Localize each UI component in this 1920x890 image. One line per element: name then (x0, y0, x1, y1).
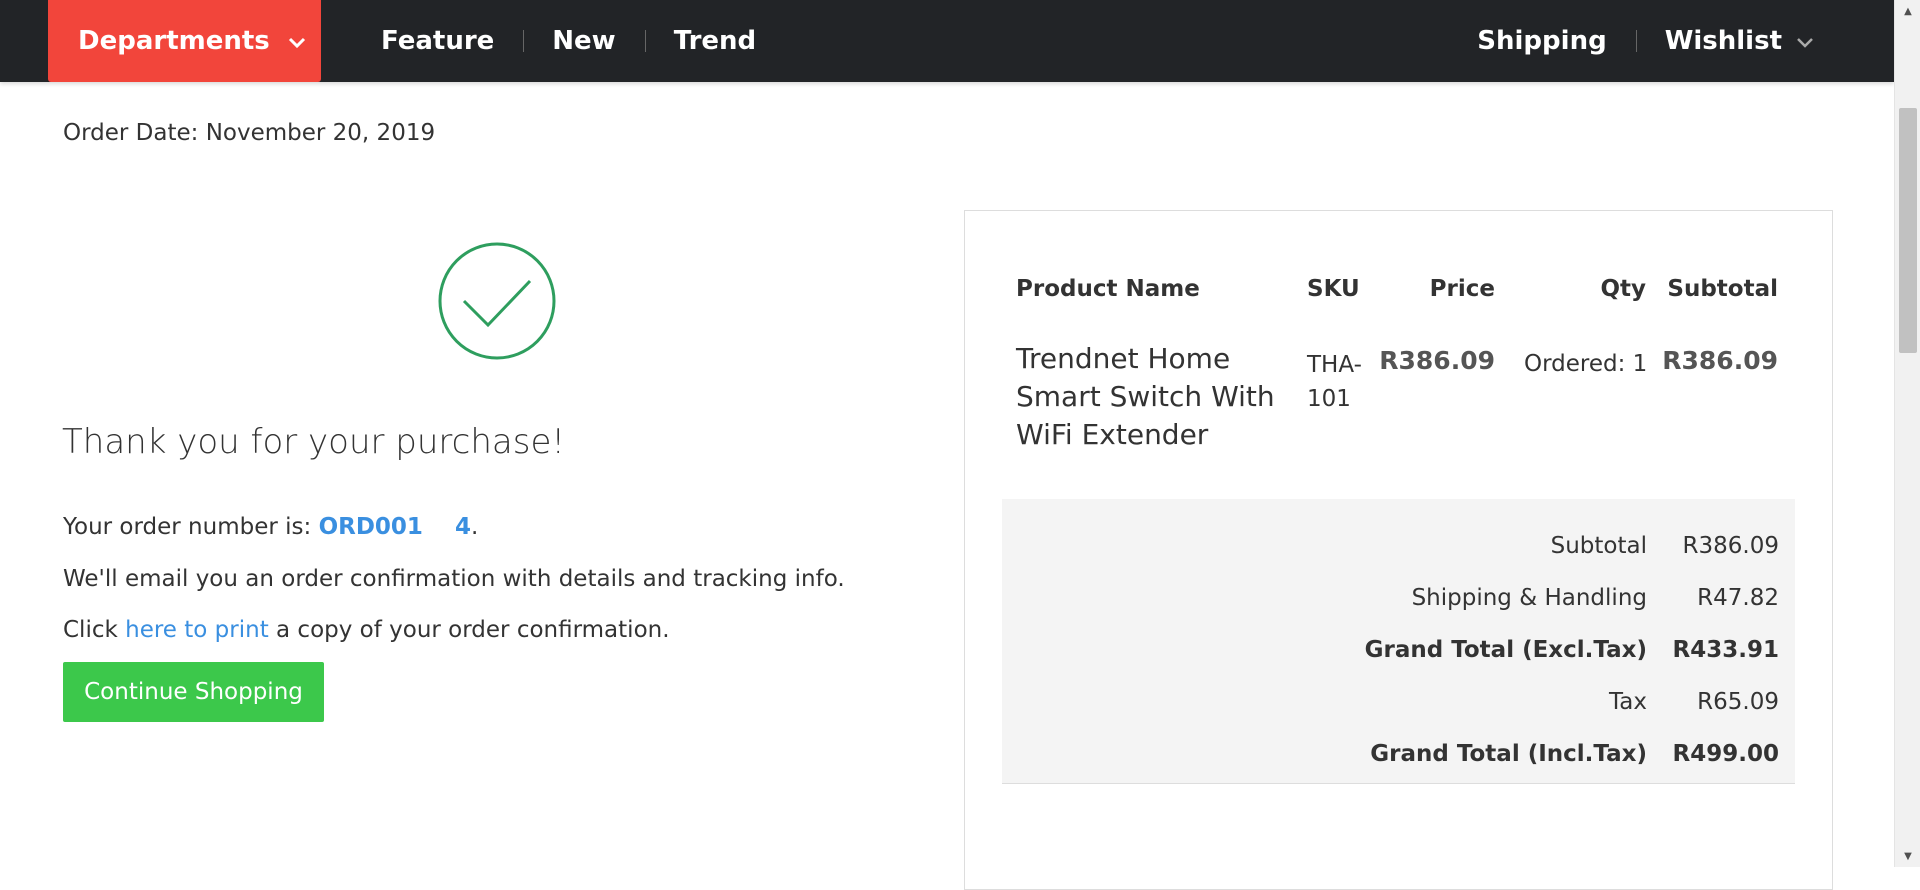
totals-row-grand-excl: Grand Total (Excl.Tax) R433.91 (1002, 637, 1795, 667)
nav-left: Feature New Trend (381, 0, 785, 82)
print-line: Click here to print a copy of your order… (63, 617, 670, 643)
continue-shopping-button[interactable]: Continue Shopping (63, 662, 324, 722)
totals-label: Tax (1609, 689, 1647, 715)
nav-item-wishlist[interactable]: Wishlist (1635, 26, 1814, 56)
totals-label: Shipping & Handling (1411, 585, 1647, 611)
departments-button[interactable]: Departments (48, 0, 321, 82)
nav-item-label: Feature (381, 26, 495, 56)
totals-row-subtotal: Subtotal R386.09 (1002, 533, 1795, 563)
print-prefix: Click (63, 617, 126, 643)
header-price: Price (1429, 276, 1495, 302)
print-suffix: a copy of your order confirmation. (268, 617, 670, 643)
scroll-up-icon[interactable]: ▲ (1895, 0, 1920, 22)
totals-value: R47.82 (1697, 585, 1779, 611)
thank-you-heading: Thank you for your purchase! (62, 422, 565, 462)
totals-label: Subtotal (1550, 533, 1647, 559)
scroll-down-icon[interactable]: ▼ (1895, 845, 1920, 867)
departments-label: Departments (78, 26, 270, 56)
chevron-down-icon (288, 26, 306, 56)
vertical-scrollbar[interactable]: ▲ ▼ (1894, 0, 1920, 867)
header-qty: Qty (1600, 276, 1646, 302)
nav-item-label: Shipping (1477, 26, 1607, 56)
nav-right: Shipping Wishlist (1448, 0, 1814, 82)
order-totals: Subtotal R386.09 Shipping & Handling R47… (1002, 499, 1795, 784)
product-sku: THA-101 (1307, 352, 1362, 412)
email-notice: We'll email you an order confirmation wi… (63, 566, 845, 592)
totals-value: R65.09 (1697, 689, 1779, 715)
header-sku: SKU (1307, 276, 1360, 302)
nav-item-shipping[interactable]: Shipping (1448, 26, 1635, 56)
totals-row-tax: Tax R65.09 (1002, 689, 1795, 719)
totals-label: Grand Total (Incl.Tax) (1370, 741, 1647, 767)
totals-value: R499.00 (1672, 741, 1779, 767)
product-price: R386.09 (1379, 346, 1495, 375)
order-number-suffix: . (470, 514, 479, 540)
totals-label: Grand Total (Excl.Tax) (1364, 637, 1647, 663)
product-qty: Ordered: 1 (1524, 351, 1648, 377)
nav-item-label: New (552, 26, 616, 56)
order-number-prefix: Your order number is: (63, 514, 319, 540)
nav-item-label: Trend (673, 26, 757, 56)
nav-item-label: Wishlist (1664, 26, 1782, 56)
totals-value: R386.09 (1682, 533, 1779, 559)
totals-value: R433.91 (1672, 637, 1779, 663)
chevron-down-icon (1796, 26, 1814, 56)
totals-row-grand-incl: Grand Total (Incl.Tax) R499.00 (1002, 741, 1795, 771)
nav-item-feature[interactable]: Feature (381, 26, 523, 56)
order-date: Order Date: November 20, 2019 (63, 120, 436, 146)
order-number[interactable]: ORD001 4 (319, 514, 471, 540)
print-link[interactable]: here to print (125, 617, 269, 643)
top-navigation: Departments Feature New Trend Shipping W… (0, 0, 1894, 82)
order-number-line: Your order number is: ORD001 4. (63, 514, 478, 540)
header-subtotal: Subtotal (1667, 276, 1778, 302)
product-subtotal: R386.09 (1662, 346, 1778, 375)
check-circle-icon (437, 241, 557, 361)
header-product-name: Product Name (1016, 276, 1200, 302)
nav-item-new[interactable]: New (523, 26, 644, 56)
scroll-thumb[interactable] (1899, 108, 1917, 353)
totals-row-shipping: Shipping & Handling R47.82 (1002, 585, 1795, 615)
nav-item-trend[interactable]: Trend (644, 26, 785, 56)
product-name[interactable]: Trendnet Home Smart Switch With WiFi Ext… (1016, 340, 1276, 454)
